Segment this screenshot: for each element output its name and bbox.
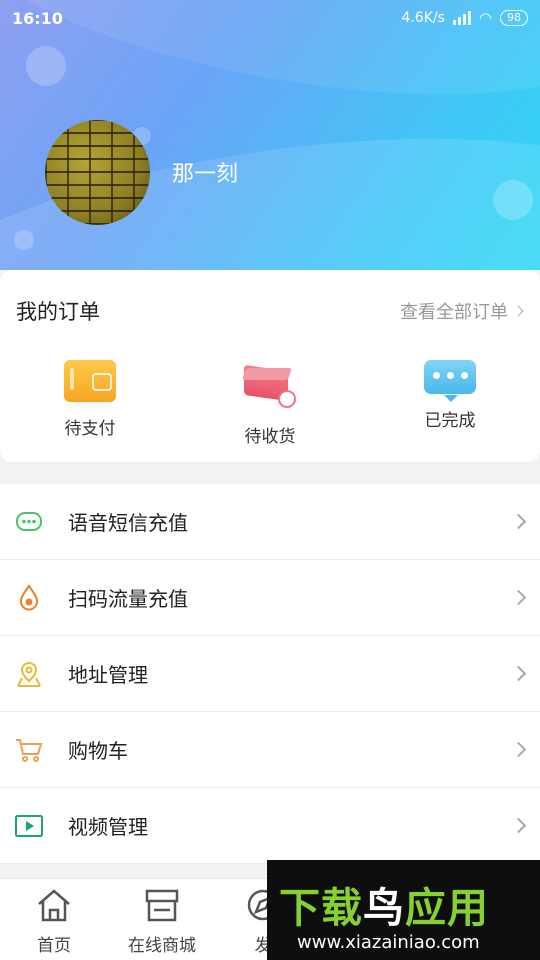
order-pending-payment[interactable]: 待支付 — [30, 360, 150, 439]
nav-label: 在线商城 — [128, 936, 196, 956]
store-icon — [145, 889, 179, 922]
header-bubble — [14, 230, 34, 250]
order-item-label: 待收货 — [244, 427, 296, 447]
nav-home[interactable]: 首页 — [9, 887, 99, 956]
view-all-orders-link[interactable]: 查看全部订单 — [400, 298, 524, 324]
username: 那一刻 — [172, 162, 239, 187]
watermark: 下载鸟应用 www.xiazainiao.com — [267, 860, 540, 960]
status-time: 16:10 — [12, 8, 63, 28]
profile-header: 16:10 4.6K/s ◠ 98 那一刻 — [0, 0, 540, 270]
menu-item-cart[interactable]: 购物车 — [0, 712, 540, 788]
wifi-icon: ◠ — [478, 9, 492, 27]
chevron-right-icon — [510, 589, 527, 606]
order-completed[interactable]: 已完成 — [390, 360, 510, 431]
view-all-orders-label: 查看全部订单 — [400, 302, 508, 323]
package-icon — [241, 364, 296, 410]
menu-item-sms-recharge[interactable]: 语音短信充值 — [0, 484, 540, 560]
message-icon — [16, 512, 42, 531]
network-speed: 4.6K/s — [401, 10, 445, 26]
nav-label: 首页 — [37, 936, 71, 956]
battery-icon: 98 — [500, 10, 528, 26]
wallet-icon — [64, 360, 116, 402]
order-pending-receipt[interactable]: 待收货 — [210, 360, 330, 447]
menu-item-label: 地址管理 — [68, 663, 148, 687]
chevron-right-icon — [510, 513, 527, 530]
menu-item-label: 购物车 — [68, 739, 128, 763]
location-icon — [17, 661, 41, 687]
menu-item-label: 扫码流量充值 — [68, 587, 188, 611]
status-bar: 16:10 4.6K/s ◠ 98 — [0, 0, 540, 36]
chat-bubble-icon — [424, 360, 476, 402]
menu-item-label: 视频管理 — [68, 815, 148, 839]
status-indicators: 4.6K/s ◠ 98 — [401, 9, 528, 27]
chevron-right-icon — [510, 665, 527, 682]
watermark-url: www.xiazainiao.com — [297, 932, 480, 953]
orders-title: 我的订单 — [16, 300, 100, 324]
menu-item-video[interactable]: 视频管理 — [0, 788, 540, 864]
menu-item-data-recharge[interactable]: 扫码流量充值 — [0, 560, 540, 636]
header-bubble — [26, 46, 66, 86]
chevron-right-icon — [512, 305, 524, 317]
chevron-right-icon — [510, 817, 527, 834]
watermark-logo: 下载鸟应用 — [279, 884, 489, 932]
orders-card: 我的订单 查看全部订单 待支付 待收货 已完成 — [0, 270, 540, 462]
signal-icon — [452, 11, 471, 25]
menu-item-address[interactable]: 地址管理 — [0, 636, 540, 712]
avatar[interactable] — [45, 120, 150, 225]
menu-list: 语音短信充值 扫码流量充值 地址管理 购物车 视频管理 — [0, 484, 540, 864]
order-item-label: 已完成 — [424, 411, 476, 431]
header-bubble — [493, 180, 533, 220]
drop-icon — [19, 584, 39, 611]
chevron-right-icon — [510, 741, 527, 758]
order-item-label: 待支付 — [64, 419, 116, 439]
video-icon — [15, 815, 43, 837]
cart-icon — [16, 739, 43, 762]
nav-store[interactable]: 在线商城 — [117, 887, 207, 956]
home-icon — [38, 889, 70, 922]
menu-item-label: 语音短信充值 — [68, 511, 188, 535]
